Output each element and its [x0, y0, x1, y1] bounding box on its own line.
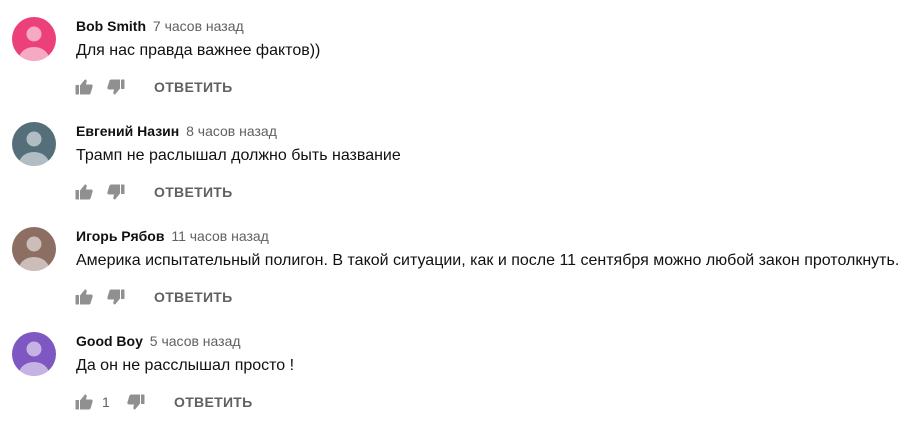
dislike-button[interactable]: [126, 392, 146, 412]
like-button[interactable]: [74, 182, 94, 202]
comment-header: Bob Smith 7 часов назад: [76, 18, 244, 35]
comment-timestamp[interactable]: 8 часов назад: [186, 123, 277, 139]
author-name[interactable]: Bob Smith: [76, 18, 146, 34]
person-icon: [12, 17, 56, 61]
comment-header: Игорь Рябов 11 часов назад: [76, 228, 269, 245]
dislike-button[interactable]: [106, 182, 126, 202]
like-button[interactable]: [74, 77, 94, 97]
reply-button[interactable]: ОТВЕТИТЬ: [154, 184, 233, 200]
comment-thread: Good Boy 5 часов назад Да он не расслыша…: [0, 315, 908, 420]
like-count: 1: [102, 394, 110, 410]
comment-actions: ОТВЕТИТЬ: [74, 182, 233, 202]
comment-timestamp[interactable]: 7 часов назад: [153, 18, 244, 34]
comments-section: Bob Smith 7 часов назад Для нас правда в…: [0, 0, 908, 431]
like-button[interactable]: [74, 392, 94, 412]
comment-thread: Евгений Назин 8 часов назад Трамп не рас…: [0, 105, 908, 210]
comment-thread: Bob Smith 7 часов назад Для нас правда в…: [0, 0, 908, 105]
comment-actions: 1 ОТВЕТИТЬ: [74, 392, 253, 412]
dislike-button[interactable]: [106, 77, 126, 97]
avatar[interactable]: [12, 332, 56, 376]
person-icon: [12, 332, 56, 376]
thumb-up-icon: [75, 184, 93, 200]
thumb-down-icon: [127, 394, 145, 410]
comment-actions: ОТВЕТИТЬ: [74, 287, 233, 307]
thumb-up-icon: [75, 79, 93, 95]
comment-thread: Игорь Рябов 11 часов назад Америка испыт…: [0, 210, 908, 315]
thumb-down-icon: [107, 79, 125, 95]
person-icon: [12, 122, 56, 166]
comment-header: Евгений Назин 8 часов назад: [76, 123, 277, 140]
reply-button[interactable]: ОТВЕТИТЬ: [154, 79, 233, 95]
comment-timestamp[interactable]: 5 часов назад: [150, 333, 241, 349]
thumb-up-icon: [75, 289, 93, 305]
dislike-button[interactable]: [106, 287, 126, 307]
comment-header: Good Boy 5 часов назад: [76, 333, 241, 350]
comment-text: Трамп не раслышал должно быть название: [76, 147, 401, 164]
avatar[interactable]: [12, 227, 56, 271]
thumb-down-icon: [107, 184, 125, 200]
comment-text: Для нас правда важнее фактов)): [76, 42, 321, 59]
like-button[interactable]: [74, 287, 94, 307]
avatar[interactable]: [12, 122, 56, 166]
author-name[interactable]: Good Boy: [76, 333, 143, 349]
comment-text: Америка испытательный полигон. В такой с…: [76, 252, 900, 269]
person-icon: [12, 227, 56, 271]
avatar[interactable]: [12, 17, 56, 61]
thumb-down-icon: [107, 289, 125, 305]
reply-button[interactable]: ОТВЕТИТЬ: [154, 289, 233, 305]
author-name[interactable]: Игорь Рябов: [76, 228, 164, 244]
comment-text: Да он не расслышал просто !: [76, 357, 295, 374]
comment-actions: ОТВЕТИТЬ: [74, 77, 233, 97]
reply-button[interactable]: ОТВЕТИТЬ: [174, 394, 253, 410]
comment-timestamp[interactable]: 11 часов назад: [171, 228, 269, 244]
thumb-up-icon: [75, 394, 93, 410]
author-name[interactable]: Евгений Назин: [76, 123, 179, 139]
